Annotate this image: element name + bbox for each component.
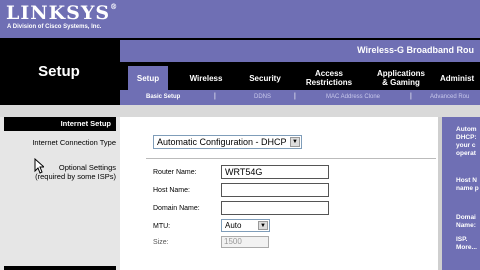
- tab-access-restrictions[interactable]: Access Restrictions: [298, 66, 360, 90]
- help-text: operat: [456, 150, 476, 157]
- label-optional-settings: Optional Settings: [58, 163, 116, 172]
- help-text: Domai: [456, 214, 476, 221]
- subnav-separator: |: [294, 93, 296, 100]
- help-text: ISP.: [456, 236, 468, 243]
- help-text: name p: [456, 185, 479, 192]
- sub-navigation: Basic Setup | DDNS | MAC Address Clone |…: [120, 90, 480, 105]
- domain-name-input[interactable]: [221, 201, 329, 215]
- connection-type-value: Automatic Configuration - DHCP: [157, 137, 287, 147]
- help-text: Name:: [456, 222, 476, 229]
- mtu-size-input[interactable]: 1500: [221, 236, 269, 248]
- tab-setup[interactable]: Setup: [128, 66, 168, 90]
- linksys-logo: LINKSYS®: [6, 2, 119, 24]
- label-mtu: MTU:: [153, 223, 171, 230]
- mtu-select[interactable]: Auto ▼: [221, 219, 270, 232]
- subnav-separator: |: [214, 93, 216, 100]
- label-connection-type: Internet Connection Type: [32, 138, 116, 147]
- connection-type-select[interactable]: Automatic Configuration - DHCP ▼: [153, 135, 302, 149]
- router-name-input[interactable]: WRT54G: [221, 165, 329, 179]
- section-divider: [146, 158, 436, 159]
- product-name: Wireless-G Broadband Rou: [357, 45, 474, 55]
- label-domain-name: Domain Name:: [153, 205, 200, 212]
- host-name-input[interactable]: [221, 183, 329, 197]
- mtu-value: Auto: [225, 221, 242, 230]
- logo-tagline: A Division of Cisco Systems, Inc.: [7, 24, 102, 30]
- label-host-name: Host Name:: [153, 187, 190, 194]
- logo-bar: LINKSYS® A Division of Cisco Systems, In…: [0, 0, 480, 38]
- tab-security[interactable]: Security: [240, 66, 290, 90]
- help-text: DHCP:: [456, 134, 477, 141]
- product-name-bar: Wireless-G Broadband Rou: [120, 40, 480, 62]
- subnav-basic-setup[interactable]: Basic Setup: [146, 94, 180, 100]
- page-title: Setup: [38, 63, 80, 80]
- tab-wireless[interactable]: Wireless: [180, 66, 232, 90]
- router-setup-page: LINKSYS® A Division of Cisco Systems, In…: [0, 0, 480, 270]
- help-more-link[interactable]: More...: [456, 244, 477, 252]
- section-title-network-setup: [4, 266, 116, 270]
- mouse-pointer-icon: [34, 158, 44, 174]
- section-title-internet-setup: Internet Setup: [4, 117, 116, 131]
- label-optional-settings-note: (required by some ISPs): [35, 172, 116, 181]
- chevron-down-icon: ▼: [258, 221, 268, 230]
- header-divider: [0, 105, 480, 117]
- help-text: your c: [456, 142, 476, 149]
- label-router-name: Router Name:: [153, 169, 197, 176]
- subnav-mac-address-clone[interactable]: MAC Address Clone: [326, 94, 380, 100]
- subnav-separator: |: [410, 93, 412, 100]
- chevron-down-icon: ▼: [290, 137, 300, 147]
- subnav-advanced-routing[interactable]: Advanced Rou: [430, 94, 469, 100]
- help-text: Host N: [456, 177, 477, 184]
- label-size: Size:: [153, 239, 169, 246]
- help-text: Autom: [456, 126, 477, 133]
- subnav-ddns[interactable]: DDNS: [254, 94, 271, 100]
- tab-applications-gaming[interactable]: Applications & Gaming: [366, 66, 436, 90]
- tab-administration[interactable]: Administ: [440, 66, 480, 90]
